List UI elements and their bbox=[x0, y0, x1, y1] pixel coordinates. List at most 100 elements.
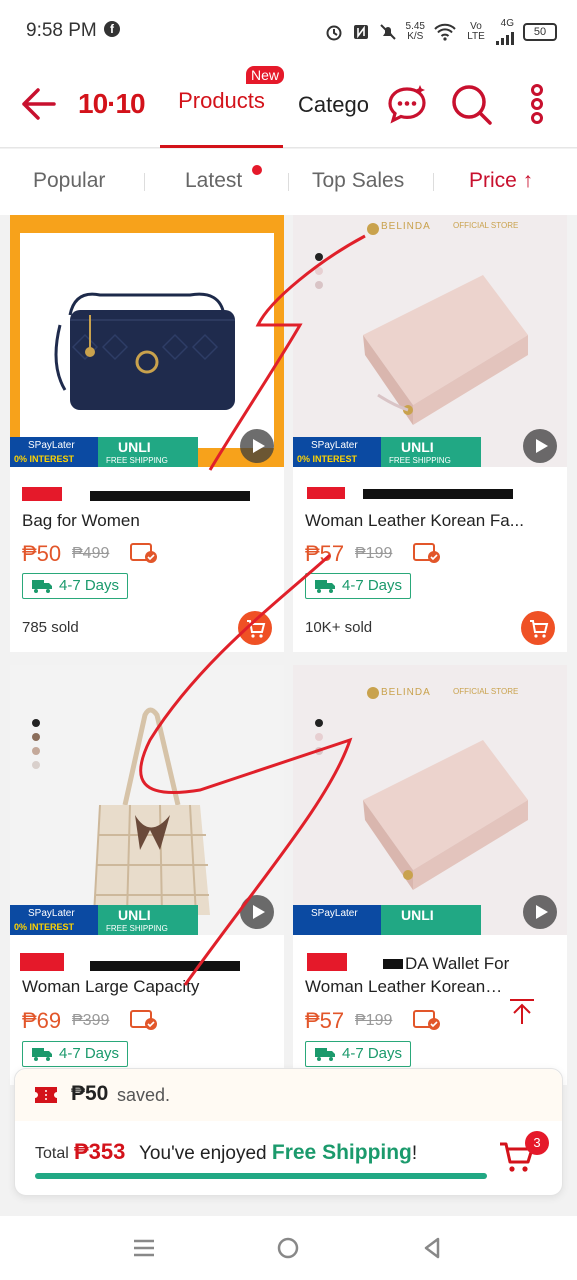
spaylater-label: SPayLater bbox=[28, 908, 75, 919]
status-time: 9:58 PM bbox=[26, 20, 97, 41]
home-icon[interactable] bbox=[276, 1236, 300, 1260]
sort-latest[interactable]: Latest bbox=[185, 169, 242, 193]
coupon-icon bbox=[35, 1087, 57, 1103]
search-icon[interactable] bbox=[449, 82, 493, 126]
sort-bar: Popular Latest Top Sales Price ↑ bbox=[0, 149, 577, 215]
redacted-block bbox=[20, 953, 64, 971]
free-shipping-message: You've enjoyed Free Shipping! bbox=[139, 1141, 417, 1165]
progress-fill bbox=[35, 1173, 487, 1179]
delivery-badge: 4-7 Days bbox=[305, 573, 412, 599]
spaylater-label: SPayLater bbox=[28, 440, 75, 451]
scroll-to-top-icon[interactable] bbox=[506, 996, 538, 1028]
sold-count: 785 sold bbox=[22, 619, 79, 636]
play-video-icon[interactable] bbox=[240, 429, 274, 463]
product-price: ₱50 bbox=[22, 541, 62, 566]
product-card[interactable]: SPayLater 0% INTEREST UNLI FREE SHIPPING… bbox=[10, 215, 284, 652]
brand-watermark: BELINDA bbox=[381, 687, 431, 698]
play-video-icon[interactable] bbox=[523, 895, 557, 929]
add-to-cart-button[interactable] bbox=[521, 611, 555, 645]
exclaim: ! bbox=[411, 1143, 418, 1164]
sort-price[interactable]: Price ↑ bbox=[469, 169, 533, 193]
free-shipping-text: Free Shipping bbox=[271, 1141, 412, 1164]
product-title: Bag for Women bbox=[22, 511, 140, 530]
sort-popular[interactable]: Popular bbox=[33, 169, 105, 193]
delivery-truck-icon bbox=[315, 1048, 335, 1061]
redacted-block bbox=[90, 961, 240, 971]
free-shipping-progress bbox=[35, 1173, 487, 1179]
back-icon[interactable] bbox=[420, 1236, 444, 1260]
spaylater-label: SPayLater bbox=[311, 908, 358, 919]
free-shipping-label: FREE SHIPPING bbox=[106, 924, 168, 933]
delivery-days: 4-7 Days bbox=[342, 577, 403, 594]
original-price: ₱399 bbox=[72, 1012, 110, 1029]
app-logo[interactable]: 10·10 bbox=[78, 88, 146, 120]
speed-unit: K/S bbox=[407, 30, 424, 42]
sold-count: 10K+ sold bbox=[305, 619, 373, 636]
unli-label: UNLI bbox=[401, 907, 434, 923]
product-title-line2: Woman Leather Korean Fa... bbox=[305, 977, 505, 996]
product-price: ₱57 bbox=[305, 541, 345, 566]
unli-label: UNLI bbox=[401, 439, 434, 455]
delivery-truck-icon bbox=[32, 580, 52, 593]
free-shipping-label: FREE SHIPPING bbox=[389, 456, 451, 465]
delivery-truck-icon bbox=[315, 580, 335, 593]
brand-watermark: BELINDA bbox=[381, 221, 431, 232]
chat-icon[interactable] bbox=[385, 82, 429, 126]
voucher-icon bbox=[413, 543, 440, 563]
menu-icon[interactable] bbox=[132, 1236, 156, 1260]
tab-categories[interactable]: Categories bbox=[298, 92, 368, 118]
app-screen: 9:58 PM f 5.45 K/S Vo LTE 4G 50 10·10 Pro… bbox=[0, 0, 577, 1280]
spaylater-label: SPayLater bbox=[311, 440, 358, 451]
cart-count-badge: 3 bbox=[525, 1131, 549, 1155]
delivery-badge: 4-7 Days bbox=[22, 1041, 129, 1067]
sort-top-sales[interactable]: Top Sales bbox=[312, 169, 404, 193]
brand-store-label: OFFICIAL STORE bbox=[453, 221, 519, 230]
add-to-cart-button[interactable] bbox=[238, 611, 272, 645]
tab-products[interactable]: Products bbox=[160, 88, 283, 148]
play-video-icon[interactable] bbox=[240, 895, 274, 929]
divider bbox=[288, 173, 289, 191]
original-price: ₱499 bbox=[72, 545, 110, 562]
mute-icon bbox=[379, 23, 396, 40]
savings-row: ₱50 saved. bbox=[15, 1069, 562, 1121]
product-title: DA Wallet For bbox=[405, 954, 510, 973]
delivery-truck-icon bbox=[32, 1048, 52, 1061]
redacted-block bbox=[22, 487, 62, 501]
product-title: Woman Leather Korean Fa... bbox=[305, 511, 524, 530]
interest-label: 0% INTEREST bbox=[14, 454, 75, 464]
volte-label: Vo LTE bbox=[467, 20, 485, 42]
active-tab-indicator bbox=[160, 145, 283, 148]
delivery-badge: 4-7 Days bbox=[22, 573, 129, 599]
saved-amount: ₱50 bbox=[71, 1082, 109, 1105]
top-header: 10·10 Products New Categories bbox=[0, 62, 577, 148]
cart-summary-bar[interactable]: ₱50 saved. Total ₱353 You've enjoyed Fre… bbox=[14, 1068, 563, 1196]
back-arrow-icon[interactable] bbox=[18, 84, 60, 124]
voucher-icon bbox=[413, 1010, 440, 1030]
redacted-block bbox=[363, 489, 513, 499]
new-badge: New bbox=[246, 66, 285, 84]
product-card[interactable]: SPayLater 0% INTEREST UNLI FREE SHIPPING… bbox=[10, 665, 284, 1085]
facebook-icon: f bbox=[104, 21, 120, 37]
nfc-icon bbox=[353, 24, 368, 39]
product-price: ₱57 bbox=[305, 1008, 345, 1033]
interest-label: 0% INTEREST bbox=[14, 922, 75, 932]
delivery-days: 4-7 Days bbox=[59, 577, 120, 594]
divider bbox=[144, 173, 145, 191]
delivery-days: 4-7 Days bbox=[59, 1045, 120, 1062]
product-title: Woman Large Capacity bbox=[22, 977, 200, 996]
play-video-icon[interactable] bbox=[523, 429, 557, 463]
product-card[interactable]: BELINDA OFFICIAL STORE SPayLater 0% INTE… bbox=[293, 215, 567, 652]
signal-strength: 4G bbox=[496, 18, 514, 45]
speed-value: 5.45 bbox=[405, 20, 425, 32]
voucher-icon bbox=[130, 1010, 157, 1030]
redacted-block bbox=[90, 491, 250, 501]
more-vertical-icon[interactable] bbox=[517, 82, 557, 126]
voucher-icon bbox=[130, 543, 157, 563]
delivery-badge: 4-7 Days bbox=[305, 1041, 412, 1067]
wifi-icon bbox=[434, 23, 456, 41]
system-nav-bar bbox=[0, 1216, 577, 1280]
original-price: ₱199 bbox=[355, 1012, 393, 1029]
unli-label: UNLI bbox=[118, 907, 151, 923]
brand-store-label: OFFICIAL STORE bbox=[453, 687, 519, 696]
free-shipping-label: FREE SHIPPING bbox=[106, 456, 168, 465]
